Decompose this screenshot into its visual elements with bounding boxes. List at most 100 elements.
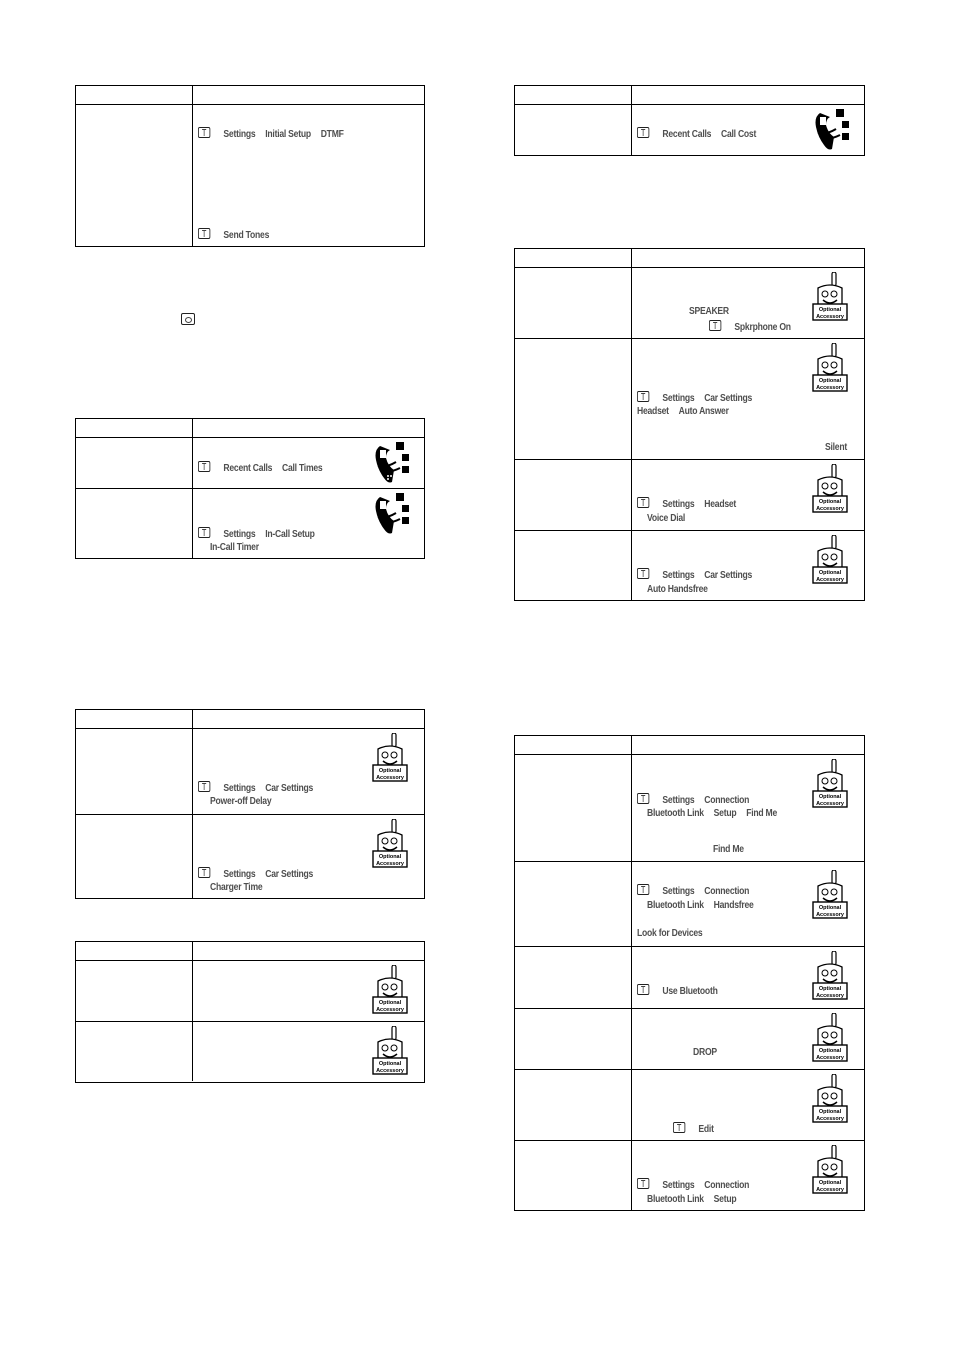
menu-path: In-Call Timer [210, 541, 259, 553]
optional-accessory-icon: OptionalAccessory [812, 1074, 848, 1123]
call-times-table: Recent Calls Call Times Settings In-Call S… [75, 418, 425, 559]
menu-key-icon [637, 568, 650, 579]
menu-key-icon [198, 228, 211, 239]
menu-path: Settings Car Settings [637, 568, 762, 581]
table-header-row [76, 942, 424, 960]
table-row: Edit Optional Accessory [515, 1069, 864, 1140]
optional-accessory-icon: OptionalAccessory [812, 1145, 848, 1194]
optional-accessory-icon: OptionalAccessory [372, 819, 408, 868]
network-feature-icon [815, 109, 849, 150]
table-header-row [76, 419, 424, 437]
table-header-row [515, 86, 864, 104]
menu-path: Send Tones [198, 228, 279, 241]
car-kit-table: Settings Car Settings Power-off Delay Opt… [75, 709, 425, 899]
menu-key-icon [637, 391, 650, 402]
menu-path: Auto Handsfree [647, 583, 708, 595]
table-row: Settings Initial Setup DTMF Send Tones [76, 104, 424, 246]
menu-path: DROP [693, 1046, 717, 1058]
menu-path: Silent [825, 441, 847, 453]
menu-path: Settings In-Call Setup [198, 527, 325, 540]
svg-text:Optional: Optional [819, 570, 842, 576]
table-row: Settings Headset Voice Dial Optional Acces… [515, 459, 864, 530]
svg-text:Accessory: Accessory [816, 385, 845, 391]
svg-text:Optional: Optional [379, 1061, 402, 1067]
table-row: Optional Accessory [76, 1021, 424, 1081]
optional-accessory-icon: OptionalAccessory [812, 343, 848, 392]
dtmf-table: Settings Initial Setup DTMF Send Tones [75, 85, 425, 247]
table-row: Settings Connection Bluetooth Link Handsfr… [515, 861, 864, 946]
table-row: Settings Car Settings Headset Auto Answer … [515, 338, 864, 459]
optional-accessory-icon: OptionalAccessory [812, 759, 848, 808]
menu-key-icon [198, 781, 211, 792]
network-feature-icon [375, 493, 409, 534]
call-cost-table: Recent Calls Call Cost [514, 85, 865, 156]
optional-accessory-icon: OptionalAccessory [812, 272, 848, 321]
svg-text:Accessory: Accessory [816, 993, 845, 999]
svg-text:Optional: Optional [819, 1180, 842, 1186]
table-row: Use Bluetooth Optional Accessory [515, 946, 864, 1008]
menu-path: Spkrphone On [709, 320, 801, 333]
menu-path: Settings Car Settings [198, 781, 323, 794]
svg-text:Accessory: Accessory [816, 506, 845, 512]
optional-accessory-icon: OptionalAccessory [812, 464, 848, 513]
menu-key-icon [637, 1178, 650, 1189]
svg-text:Accessory: Accessory [816, 1187, 845, 1193]
table-header-row [76, 86, 424, 104]
menu-path: Settings Car Settings [637, 391, 762, 404]
table-row: Settings Car Settings Power-off Delay Opt… [76, 728, 424, 814]
accessory-table: Optional Accessory Optional Accessory [75, 941, 425, 1083]
svg-text:Optional: Optional [819, 499, 842, 505]
menu-path: Settings Connection [637, 1178, 759, 1191]
menu-path: Headset Auto Answer [637, 405, 729, 417]
table-row: Recent Calls Call Times [76, 437, 424, 488]
table-header-row [515, 249, 864, 267]
handsfree-table: SPEAKER Spkrphone On Optional Accessory S… [514, 248, 865, 601]
svg-text:Optional: Optional [819, 905, 842, 911]
svg-text:Accessory: Accessory [376, 1068, 405, 1074]
table-header-row [76, 710, 424, 728]
menu-path: Settings Car Settings [198, 867, 323, 880]
menu-path: Settings Headset [637, 497, 746, 510]
menu-path: Use Bluetooth [637, 984, 727, 997]
menu-path: Settings Connection [637, 884, 759, 897]
svg-text:Accessory: Accessory [816, 1055, 845, 1061]
menu-key-icon [198, 461, 211, 472]
svg-text:Accessory: Accessory [816, 801, 845, 807]
svg-text:Accessory: Accessory [816, 1116, 845, 1122]
menu-path: Power-off Delay [210, 795, 272, 807]
menu-path: Find Me [713, 843, 744, 855]
optional-accessory-icon: OptionalAccessory [812, 535, 848, 584]
svg-text:Optional: Optional [379, 1000, 402, 1006]
table-row: DROP Optional Accessory [515, 1008, 864, 1069]
svg-text:Optional: Optional [819, 986, 842, 992]
menu-key-icon [673, 1122, 686, 1133]
table-row: Settings In-Call Setup In-Call Timer [76, 488, 424, 558]
end-call-key-icon [181, 313, 195, 325]
menu-path: Settings Connection [637, 793, 759, 806]
svg-text:Optional: Optional [819, 378, 842, 384]
menu-path: Recent Calls Call Cost [637, 127, 766, 140]
optional-accessory-icon: OptionalAccessory [372, 1026, 408, 1075]
menu-key-icon [637, 793, 650, 804]
optional-accessory-icon: OptionalAccessory [812, 870, 848, 919]
menu-key-icon [198, 867, 211, 878]
menu-path: Recent Calls Call Times [198, 461, 332, 474]
svg-text:Accessory: Accessory [816, 314, 845, 320]
svg-text:Optional: Optional [379, 768, 402, 774]
svg-text:Optional: Optional [819, 1109, 842, 1115]
menu-path: Voice Dial [647, 512, 686, 524]
menu-path: Look for Devices [637, 927, 703, 939]
menu-path: Bluetooth Link Handsfree [647, 899, 754, 911]
table-row: Optional Accessory [76, 960, 424, 1021]
bluetooth-table: Settings Connection Bluetooth Link Setup Fi… [514, 735, 865, 1211]
table-cell: Settings Initial Setup DTMF Send Tones [198, 105, 420, 246]
optional-accessory-icon: OptionalAccessory [372, 965, 408, 1014]
svg-text:Optional: Optional [379, 854, 402, 860]
svg-text:Optional: Optional [819, 1048, 842, 1054]
svg-text:Optional: Optional [819, 794, 842, 800]
menu-key-icon [198, 127, 211, 138]
table-row: Settings Connection Bluetooth Link Setup O… [515, 1140, 864, 1210]
menu-key-icon [709, 320, 722, 331]
optional-accessory-icon: OptionalAccessory [812, 1013, 848, 1062]
svg-text:Accessory: Accessory [816, 912, 845, 918]
